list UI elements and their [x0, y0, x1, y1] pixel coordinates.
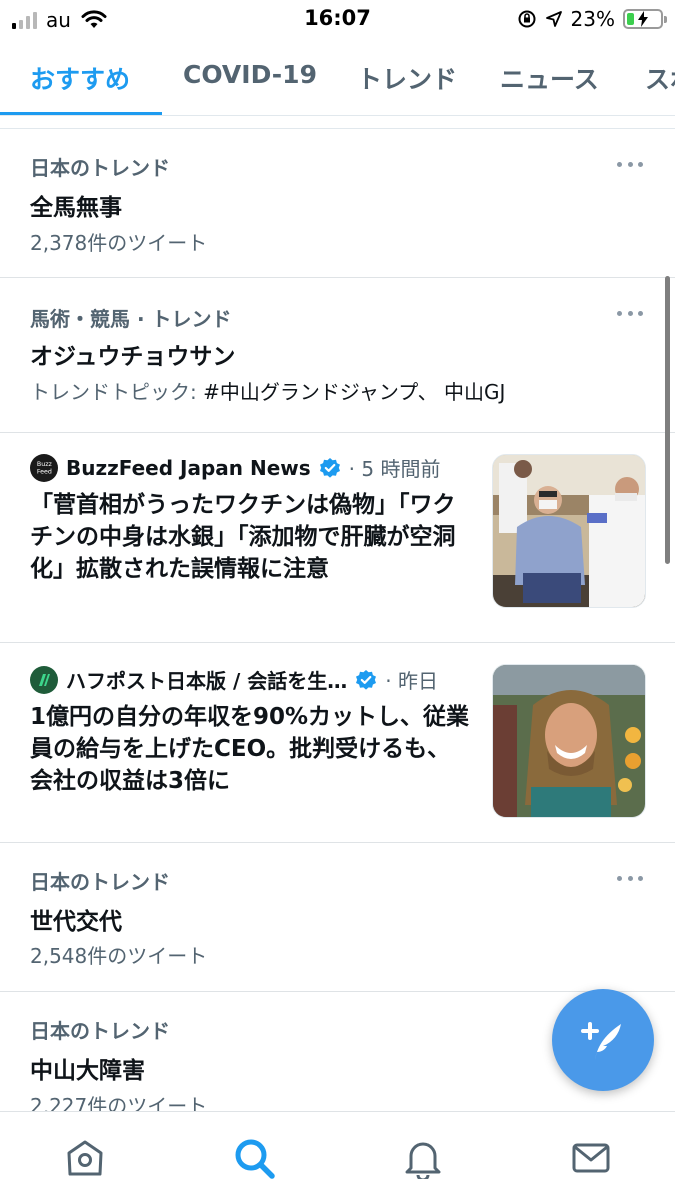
search-icon — [235, 1139, 275, 1179]
trend-title: 世代交代 — [30, 909, 122, 935]
explore-tabs: おすすめ COVID-19 トレンド ニュース スポ — [0, 38, 675, 116]
nav-notifications[interactable] — [401, 1136, 445, 1180]
tab-for-you[interactable]: おすすめ — [30, 60, 130, 96]
news-source: BuzzFeed Japan News — [66, 455, 311, 480]
notifications-icon — [405, 1142, 441, 1179]
explore-feed: 日本のトレンド 全馬無事 2,378件のツイート 馬術・競馬 · トレンド オジ… — [0, 116, 675, 1111]
trend-title: オジュウチョウサン — [30, 344, 236, 370]
status-bar: au 16:07 23% — [0, 0, 675, 36]
news-timestamp: · 5 時間前 — [348, 457, 441, 481]
news-source: ハフポスト日本版 / 会話を生… — [66, 669, 348, 693]
trend-category: 日本のトレンド — [30, 156, 170, 180]
news-timestamp: · 昨日 — [385, 669, 438, 693]
compose-tweet-button[interactable] — [552, 989, 654, 1091]
home-icon — [67, 1140, 103, 1176]
nav-search[interactable] — [232, 1136, 276, 1180]
location-arrow-icon — [545, 11, 562, 27]
tab-sports[interactable]: スポ — [645, 60, 675, 96]
news-thumbnail[interactable] — [492, 664, 646, 818]
news-headline: 1億円の自分の年収を90%カットし、従業員の給与を上げたCEO。批判受けるも、会… — [30, 704, 470, 794]
trend-item[interactable]: 日本のトレンド 全馬無事 2,378件のツイート — [0, 129, 675, 278]
news-headline: 「菅首相がうったワクチンは偽物」「ワクチンの中身は水銀」「添加物で肝臓が空洞化」… — [30, 492, 456, 582]
tab-trending[interactable]: トレンド — [357, 60, 457, 96]
more-options-icon[interactable] — [617, 162, 643, 168]
more-options-icon[interactable] — [617, 876, 643, 882]
trend-category: 馬術・競馬 · トレンド — [30, 307, 232, 331]
trend-category: 日本のトレンド — [30, 1019, 170, 1043]
battery-percentage: 23% — [570, 7, 615, 31]
trend-topics-list[interactable]: #中山グランドジャンプ、 中山GJ — [203, 380, 505, 404]
news-item[interactable]: Buzz Feed BuzzFeed Japan News · 5 時間前 「菅首… — [0, 433, 675, 643]
trend-item[interactable]: 日本のトレンド 世代交代 2,548件のツイート — [0, 843, 675, 992]
trend-topics-prefix: トレンドトピック: — [30, 380, 204, 404]
trend-title: 中山大障害 — [30, 1058, 145, 1084]
tweet-count: 2,227件のツイート — [30, 1094, 208, 1111]
verified-badge-icon — [319, 457, 340, 478]
huffpost-logo — [30, 665, 58, 694]
tab-news[interactable]: ニュース — [500, 60, 599, 96]
trend-topics: トレンドトピック: #中山グランドジャンプ、 中山GJ — [30, 376, 505, 405]
buzzfeed-news-logo: Buzz Feed — [30, 453, 58, 482]
tab-covid-19[interactable]: COVID-19 — [183, 60, 317, 89]
more-options-icon[interactable] — [617, 311, 643, 317]
nav-home[interactable] — [63, 1136, 107, 1180]
orientation-lock-icon — [518, 10, 536, 28]
nav-messages[interactable] — [569, 1136, 613, 1180]
trend-category: 日本のトレンド — [30, 870, 170, 894]
trend-title: 全馬無事 — [30, 195, 122, 221]
scrollbar[interactable] — [665, 276, 670, 564]
trend-item[interactable]: 馬術・競馬 · トレンド オジュウチョウサン トレンドトピック: #中山グランド… — [0, 278, 675, 433]
messages-icon — [572, 1143, 610, 1173]
compose-tweet-icon — [581, 1022, 621, 1060]
news-thumbnail[interactable] — [492, 454, 646, 608]
vaccination-photo — [493, 455, 645, 607]
bottom-navigation — [0, 1111, 675, 1200]
tweet-count: 2,378件のツイート — [30, 231, 208, 255]
battery-icon — [623, 9, 667, 29]
news-item[interactable]: ハフポスト日本版 / 会話を生… · 昨日 1億円の自分の年収を90%カットし、… — [0, 643, 675, 843]
tweet-count: 2,548件のツイート — [30, 944, 208, 968]
ceo-portrait-photo — [493, 665, 645, 817]
verified-badge-icon — [356, 669, 377, 690]
